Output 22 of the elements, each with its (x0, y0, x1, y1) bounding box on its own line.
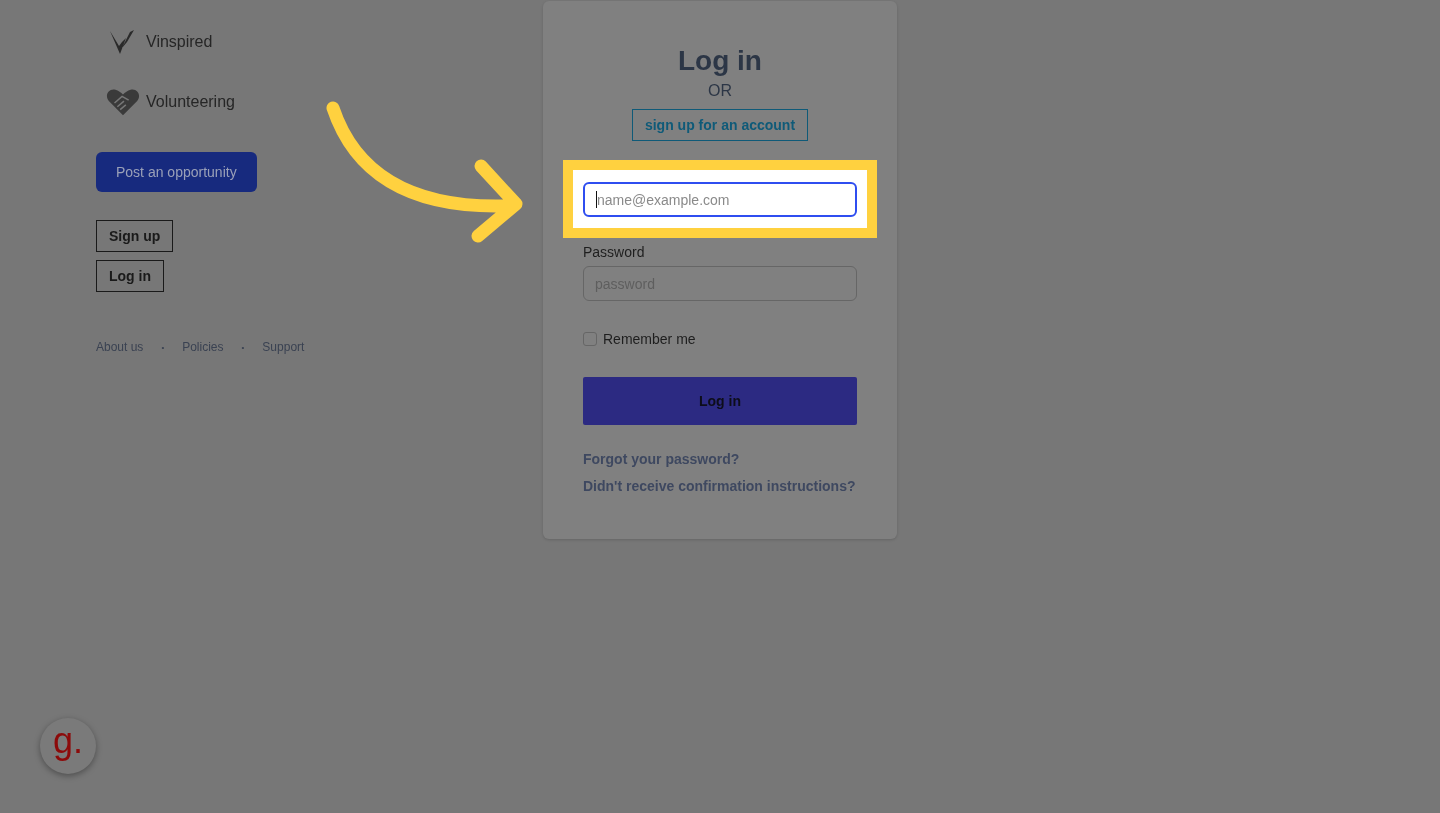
login-button[interactable]: Log in (583, 377, 857, 425)
footer-link[interactable]: Policies (182, 340, 224, 354)
post-opportunity-button[interactable]: Post an opportunity (96, 152, 257, 192)
account-button[interactable]: Sign up (96, 220, 174, 252)
section-name: Volunteering (146, 93, 235, 111)
login-title: Log in (678, 45, 762, 77)
footer-link[interactable]: Support (262, 340, 305, 354)
footer-link[interactable]: About us (96, 340, 144, 354)
heart-handshake-icon (106, 86, 140, 118)
remember-label: Remember me (603, 331, 696, 347)
help-widget-button[interactable]: g. (40, 718, 96, 774)
help-link[interactable]: Didn't receive confirmation instructions? (583, 478, 857, 494)
footer-separator: • (241, 342, 245, 352)
remember-checkbox[interactable] (583, 332, 597, 346)
help-link[interactable]: Forgot your password? (583, 451, 857, 467)
footer-separator: • (161, 342, 165, 352)
account-button[interactable]: Log in (96, 260, 164, 292)
password-label: Password (583, 244, 646, 260)
or-text: OR (708, 82, 732, 100)
email-field[interactable]: name@example.com (583, 182, 857, 217)
brand-name: Vinspired (146, 33, 213, 51)
sign-up-account-button[interactable]: sign up for an account (631, 109, 809, 141)
